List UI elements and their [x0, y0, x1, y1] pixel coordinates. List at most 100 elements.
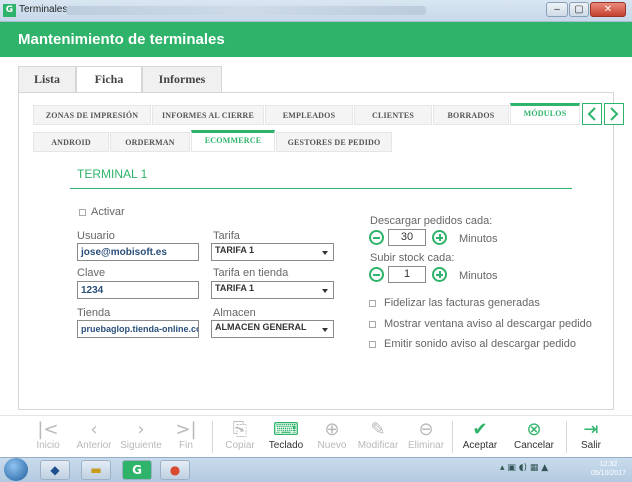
subtab-orderman[interactable]: ORDERMAN — [110, 132, 190, 152]
mostrar-aviso-checkbox[interactable] — [369, 321, 376, 328]
tarifa-value: TARIFA 1 — [215, 245, 255, 255]
almacen-value: ALMACEN GENERAL — [215, 322, 307, 332]
tienda-input[interactable]: pruebaglop.tienda-online.com — [77, 320, 199, 338]
toolbar-separator — [212, 421, 213, 453]
descargar-input[interactable]: 30 — [388, 229, 426, 246]
tab-ficha[interactable]: Ficha — [76, 66, 142, 93]
first-record-icon: |< — [37, 419, 59, 440]
activar-checkbox[interactable] — [79, 209, 86, 216]
descargar-decrease-button[interactable] — [369, 230, 384, 245]
copiar-button[interactable]: ⎘ Copiar — [221, 420, 259, 452]
descargar-label: Descargar pedidos cada: — [370, 215, 493, 227]
subir-input[interactable]: 1 — [388, 266, 426, 283]
chevron-left-icon — [587, 107, 596, 121]
check-circle-icon: ✔ — [472, 419, 488, 440]
cancelar-button[interactable]: ⊗ Cancelar — [510, 420, 558, 452]
emitir-sonido-label: Emitir sonido aviso al descargar pedido — [384, 338, 576, 350]
tabs-prev-button[interactable] — [582, 103, 602, 125]
subtab-ecommerce[interactable]: ECOMMERCE — [191, 130, 275, 152]
nuevo-label: Nuevo — [317, 440, 347, 451]
app-header: Mantenimiento de terminales — [0, 22, 632, 57]
salir-label: Salir — [580, 440, 601, 451]
mostrar-aviso-label: Mostrar ventana aviso al descargar pedid… — [384, 318, 592, 330]
section-divider — [70, 188, 572, 189]
minus-circle-icon: ⊖ — [418, 419, 434, 440]
subir-increase-button[interactable] — [432, 267, 447, 282]
teclado-label: Teclado — [268, 440, 304, 451]
dropdown-arrow-icon — [322, 289, 328, 293]
chevron-right-icon — [610, 107, 619, 121]
start-button[interactable] — [4, 458, 28, 481]
blurred-title-text — [66, 6, 426, 15]
siguiente-label: Siguiente — [120, 440, 162, 451]
subtab-gestores-pedido[interactable]: GESTORES DE PEDIDO — [276, 132, 392, 152]
subtab-modulos[interactable]: MÓDULOS — [510, 103, 580, 125]
chevron-left-icon: ‹ — [90, 419, 98, 440]
usuario-input[interactable]: jose@mobisoft.es — [77, 243, 199, 261]
copiar-label: Copiar — [225, 440, 255, 451]
almacen-label: Almacen — [213, 307, 256, 319]
tarifa-tienda-select[interactable]: TARIFA 1 — [211, 281, 334, 299]
toolbar-separator — [452, 421, 453, 453]
clave-label: Clave — [77, 267, 106, 279]
fidelizar-checkbox[interactable] — [369, 300, 376, 307]
tarifa-select[interactable]: TARIFA 1 — [211, 243, 334, 261]
nuevo-button[interactable]: ⊕ Nuevo — [312, 419, 352, 452]
terminal-title: TERMINAL 1 — [77, 167, 148, 181]
tab-informes[interactable]: Informes — [142, 66, 222, 92]
window-title: Terminales — [19, 4, 68, 15]
inicio-button[interactable]: |< Inicio — [30, 419, 66, 452]
taskbar-clock[interactable]: 12:32 05/10/2017 — [591, 460, 626, 478]
subtab-zonas-impresion[interactable]: ZONAS DE IMPRESIÓN — [33, 105, 151, 125]
tarifa-tienda-label: Tarifa en tienda — [213, 267, 289, 279]
descargar-unit: Minutos — [459, 233, 498, 245]
eliminar-button[interactable]: ⊖ Eliminar — [404, 419, 448, 452]
tabs-next-button[interactable] — [604, 103, 624, 125]
taskbar-app-icon[interactable]: ◆ — [40, 460, 70, 480]
salir-button[interactable]: ⇥ Salir — [574, 420, 608, 452]
toolbar-separator — [566, 421, 567, 453]
pencil-icon: ✎ — [370, 419, 386, 440]
dropdown-arrow-icon — [322, 251, 328, 255]
modificar-button[interactable]: ✎ Modificar — [354, 419, 402, 452]
emitir-sonido-checkbox[interactable] — [369, 341, 376, 348]
clock-time: 12:32 — [599, 461, 618, 468]
fin-button[interactable]: >| Fin — [168, 419, 204, 452]
aceptar-button[interactable]: ✔ Aceptar — [457, 419, 503, 452]
activar-label: Activar — [91, 206, 125, 218]
chrome-icon[interactable]: ● — [160, 460, 190, 480]
anterior-button[interactable]: ‹ Anterior — [72, 419, 116, 452]
aceptar-label: Aceptar — [462, 440, 498, 451]
last-record-icon: >| — [175, 419, 197, 440]
cancelar-label: Cancelar — [513, 440, 555, 451]
subtab-informes-cierre[interactable]: INFORMES AL CIERRE — [152, 105, 264, 125]
siguiente-button[interactable]: › Siguiente — [118, 419, 164, 452]
plus-circle-icon: ⊕ — [324, 419, 340, 440]
clave-input[interactable]: 1234 — [77, 281, 199, 299]
tienda-label: Tienda — [77, 307, 111, 319]
chevron-right-icon: › — [137, 419, 145, 440]
almacen-select[interactable]: ALMACEN GENERAL — [211, 320, 334, 338]
glop-app-icon[interactable]: G — [122, 460, 152, 480]
subtab-android[interactable]: ANDROID — [33, 132, 109, 152]
close-button[interactable]: ✕ — [590, 2, 626, 17]
subtab-clientes[interactable]: CLIENTES — [354, 105, 432, 125]
usuario-label: Usuario — [77, 230, 115, 242]
keyboard-icon: ⌨ — [273, 419, 299, 440]
tab-lista[interactable]: Lista — [18, 66, 76, 92]
app-icon: G — [3, 4, 16, 17]
maximize-button[interactable]: ▢ — [569, 2, 589, 17]
descargar-increase-button[interactable] — [432, 230, 447, 245]
subtab-empleados[interactable]: EMPLEADOS — [265, 105, 353, 125]
minimize-button[interactable]: – — [546, 2, 568, 17]
subir-unit: Minutos — [459, 270, 498, 282]
fidelizar-label: Fidelizar las facturas generadas — [384, 297, 540, 309]
teclado-button[interactable]: ⌨ Teclado — [264, 419, 308, 452]
folder-icon[interactable]: ▬ — [81, 460, 111, 480]
tray-icons[interactable]: ▴ ▣ ◖) ▦ ▲ — [500, 463, 548, 473]
subtab-borrados[interactable]: BORRADOS — [433, 105, 509, 125]
eliminar-label: Eliminar — [407, 440, 445, 451]
anterior-label: Anterior — [76, 440, 112, 451]
modificar-label: Modificar — [357, 440, 399, 451]
subir-decrease-button[interactable] — [369, 267, 384, 282]
